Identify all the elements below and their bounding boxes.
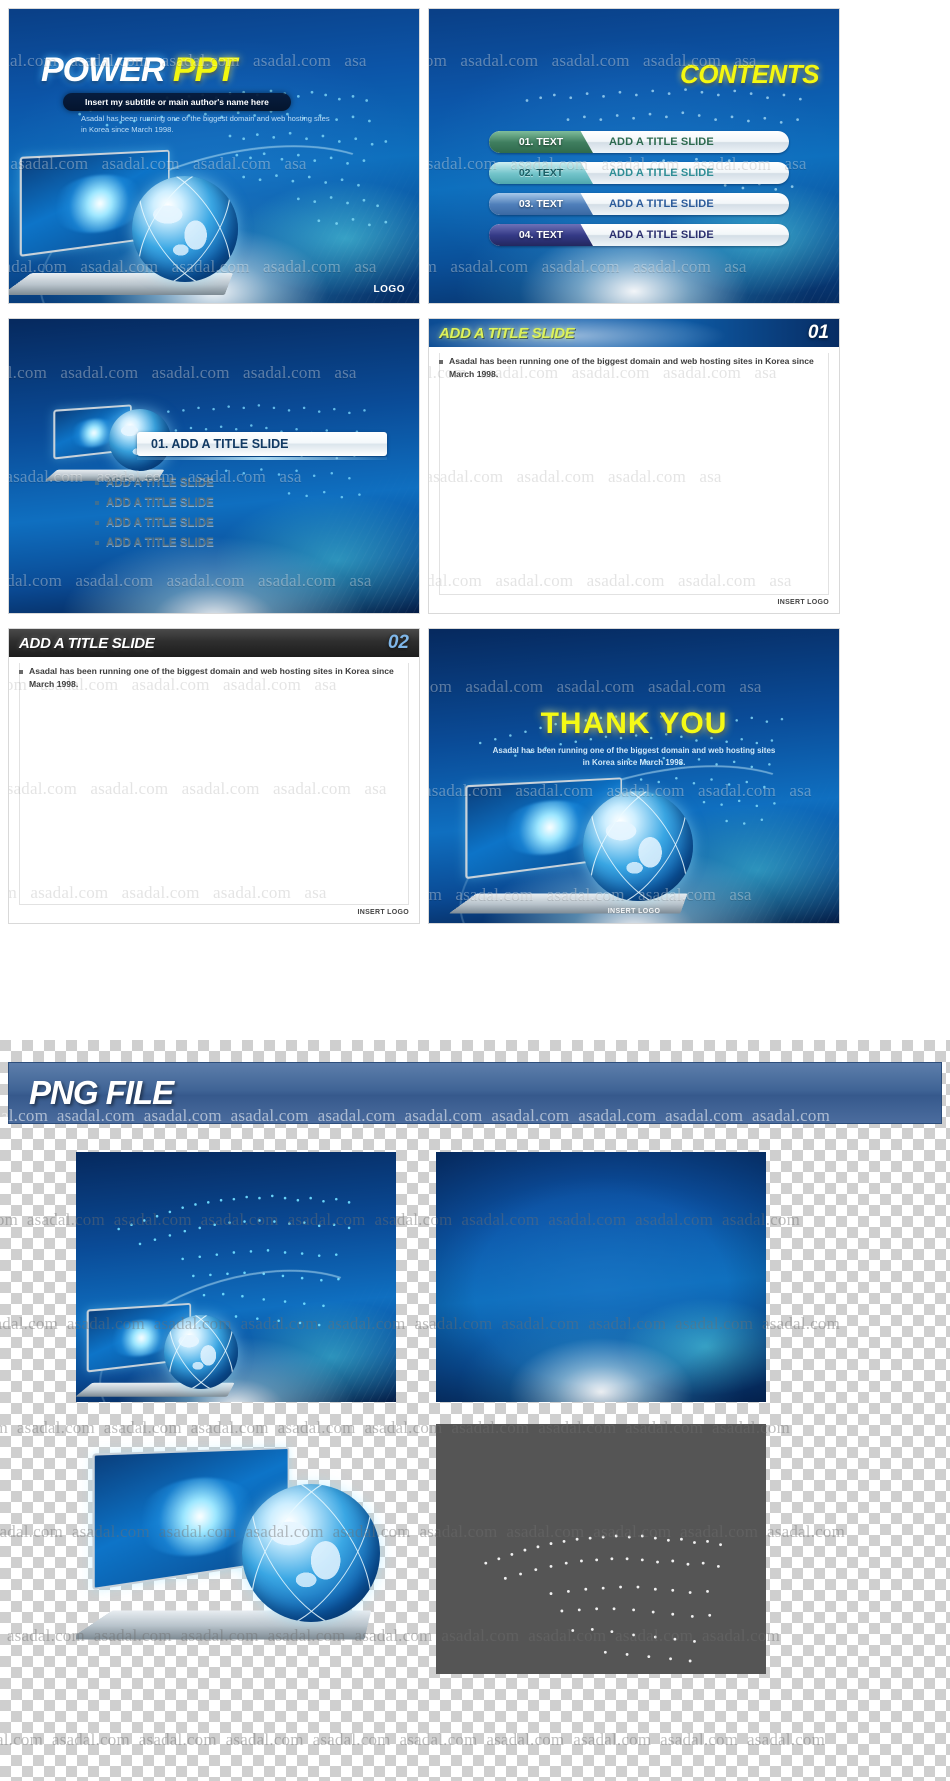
page-title: THANK YOU [429, 707, 839, 741]
content-frame [439, 353, 829, 595]
slide-section-divider[interactable]: 01. ADD A TITLE SLIDE ADD A TITLE SLIDE … [8, 318, 420, 614]
vignette-overlay [436, 1152, 766, 1402]
slide-thank-you[interactable]: THANK YOU Asadal has been running one of… [428, 628, 840, 924]
logo-placeholder: INSERT LOGO [777, 599, 829, 606]
title-main-text: POWER [41, 51, 164, 89]
png-section-title: PNG FILE [29, 1074, 173, 1112]
title-accent-text: PPT [173, 51, 236, 89]
list-item-label: Asadal has been running one of the bigge… [449, 355, 829, 381]
laptop-globe-illustration [463, 781, 703, 921]
bullet-icon [95, 521, 99, 525]
bullet-icon [439, 360, 443, 364]
list-item-label: Asadal has been running one of the bigge… [29, 665, 409, 691]
list-item-number: 04. TEXT [489, 224, 593, 246]
list-item-label: ADD A TITLE SLIDE [106, 537, 214, 549]
slide-header: ADD A TITLE SLIDE 02 [9, 629, 419, 657]
list-item: ADD A TITLE SLIDE [95, 517, 214, 529]
list-item-label: ADD A TITLE SLIDE [593, 193, 789, 215]
slide-content-blue-header[interactable]: ADD A TITLE SLIDE 01 Asadal has been run… [428, 318, 840, 614]
list-item: ADD A TITLE SLIDE [95, 497, 214, 509]
list-item: Asadal has been running one of the bigge… [439, 355, 829, 381]
laptop-globe-illustration [17, 153, 247, 303]
binary-texture [287, 1272, 396, 1402]
slide-number: 01 [808, 322, 829, 344]
png-asset-grid [8, 1136, 942, 1766]
list-item[interactable]: 03. TEXT ADD A TITLE SLIDE [489, 193, 789, 215]
section-bullet-list: ADD A TITLE SLIDE ADD A TITLE SLIDE ADD … [95, 477, 214, 557]
binary-texture [700, 770, 839, 923]
list-item-number: 03. TEXT [489, 193, 593, 215]
list-item[interactable]: 04. TEXT ADD A TITLE SLIDE [489, 224, 789, 246]
page-title: CONTENTS [680, 59, 819, 90]
binary-texture [280, 150, 419, 303]
list-item-label: ADD A TITLE SLIDE [106, 517, 214, 529]
page-title: ADD A TITLE SLIDE [19, 635, 154, 652]
list-item-label: ADD A TITLE SLIDE [106, 497, 214, 509]
list-item[interactable]: 02. TEXT ADD A TITLE SLIDE [489, 162, 789, 184]
logo-placeholder: INSERT LOGO [429, 908, 839, 915]
laptop-globe-illustration [84, 1306, 244, 1402]
logo-placeholder: LOGO [374, 284, 405, 295]
png-asset-blue-world-laptop[interactable] [76, 1152, 396, 1402]
title-description: Asadal has been running one of the bigge… [81, 113, 331, 136]
bullet-icon [95, 541, 99, 545]
list-item: ADD A TITLE SLIDE [95, 537, 214, 549]
slide-header: ADD A TITLE SLIDE 01 [429, 319, 839, 347]
slide-title[interactable]: POWER PPT Insert my subtitle or main aut… [8, 8, 420, 304]
page-title: ADD A TITLE SLIDE [439, 325, 574, 342]
slide-thumbnail-grid: POWER PPT Insert my subtitle or main aut… [0, 0, 950, 1040]
slide-number: 02 [388, 632, 409, 654]
section-title: 01. ADD A TITLE SLIDE [137, 432, 387, 456]
png-section-header: PNG FILE [8, 1062, 942, 1124]
content-frame [19, 663, 409, 905]
png-file-section: PNG FILE asadal.com asadal.com asadal.co… [0, 1040, 950, 1781]
content-bullet-list: Asadal has been running one of the bigge… [439, 355, 829, 381]
list-item-label: ADD A TITLE SLIDE [593, 224, 789, 246]
page-title: POWER PPT [41, 51, 236, 90]
png-asset-plain-blue-background[interactable] [436, 1152, 766, 1402]
slide-content-dark-header[interactable]: ADD A TITLE SLIDE 02 Asadal has been run… [8, 628, 420, 924]
binary-texture [280, 460, 419, 613]
list-item[interactable]: 01. TEXT ADD A TITLE SLIDE [489, 131, 789, 153]
list-item-label: ADD A TITLE SLIDE [593, 131, 789, 153]
list-item-label: ADD A TITLE SLIDE [106, 477, 214, 489]
list-item-number: 02. TEXT [489, 162, 593, 184]
list-item: ADD A TITLE SLIDE [95, 477, 214, 489]
slide-contents[interactable]: CONTENTS 01. TEXT ADD A TITLE SLIDE 02. … [428, 8, 840, 304]
bullet-icon [19, 670, 23, 674]
png-asset-laptop-globe-cutout[interactable] [76, 1424, 406, 1674]
list-item-label: ADD A TITLE SLIDE [593, 162, 789, 184]
bullet-icon [95, 481, 99, 485]
logo-placeholder: INSERT LOGO [357, 909, 409, 916]
content-bullet-list: Asadal has been running one of the bigge… [19, 665, 409, 691]
subtitle-pill: Insert my subtitle or main author's name… [63, 93, 291, 111]
list-item: Asadal has been running one of the bigge… [19, 665, 409, 691]
list-item-number: 01. TEXT [489, 131, 593, 153]
world-map-dots-icon [436, 1424, 766, 1674]
png-asset-gray-world-map[interactable] [436, 1424, 766, 1674]
contents-list: 01. TEXT ADD A TITLE SLIDE 02. TEXT ADD … [489, 131, 789, 255]
bullet-icon [95, 501, 99, 505]
laptop-globe-illustration [92, 1450, 392, 1650]
thank-you-description: Asadal has been running one of the bigge… [489, 745, 779, 770]
